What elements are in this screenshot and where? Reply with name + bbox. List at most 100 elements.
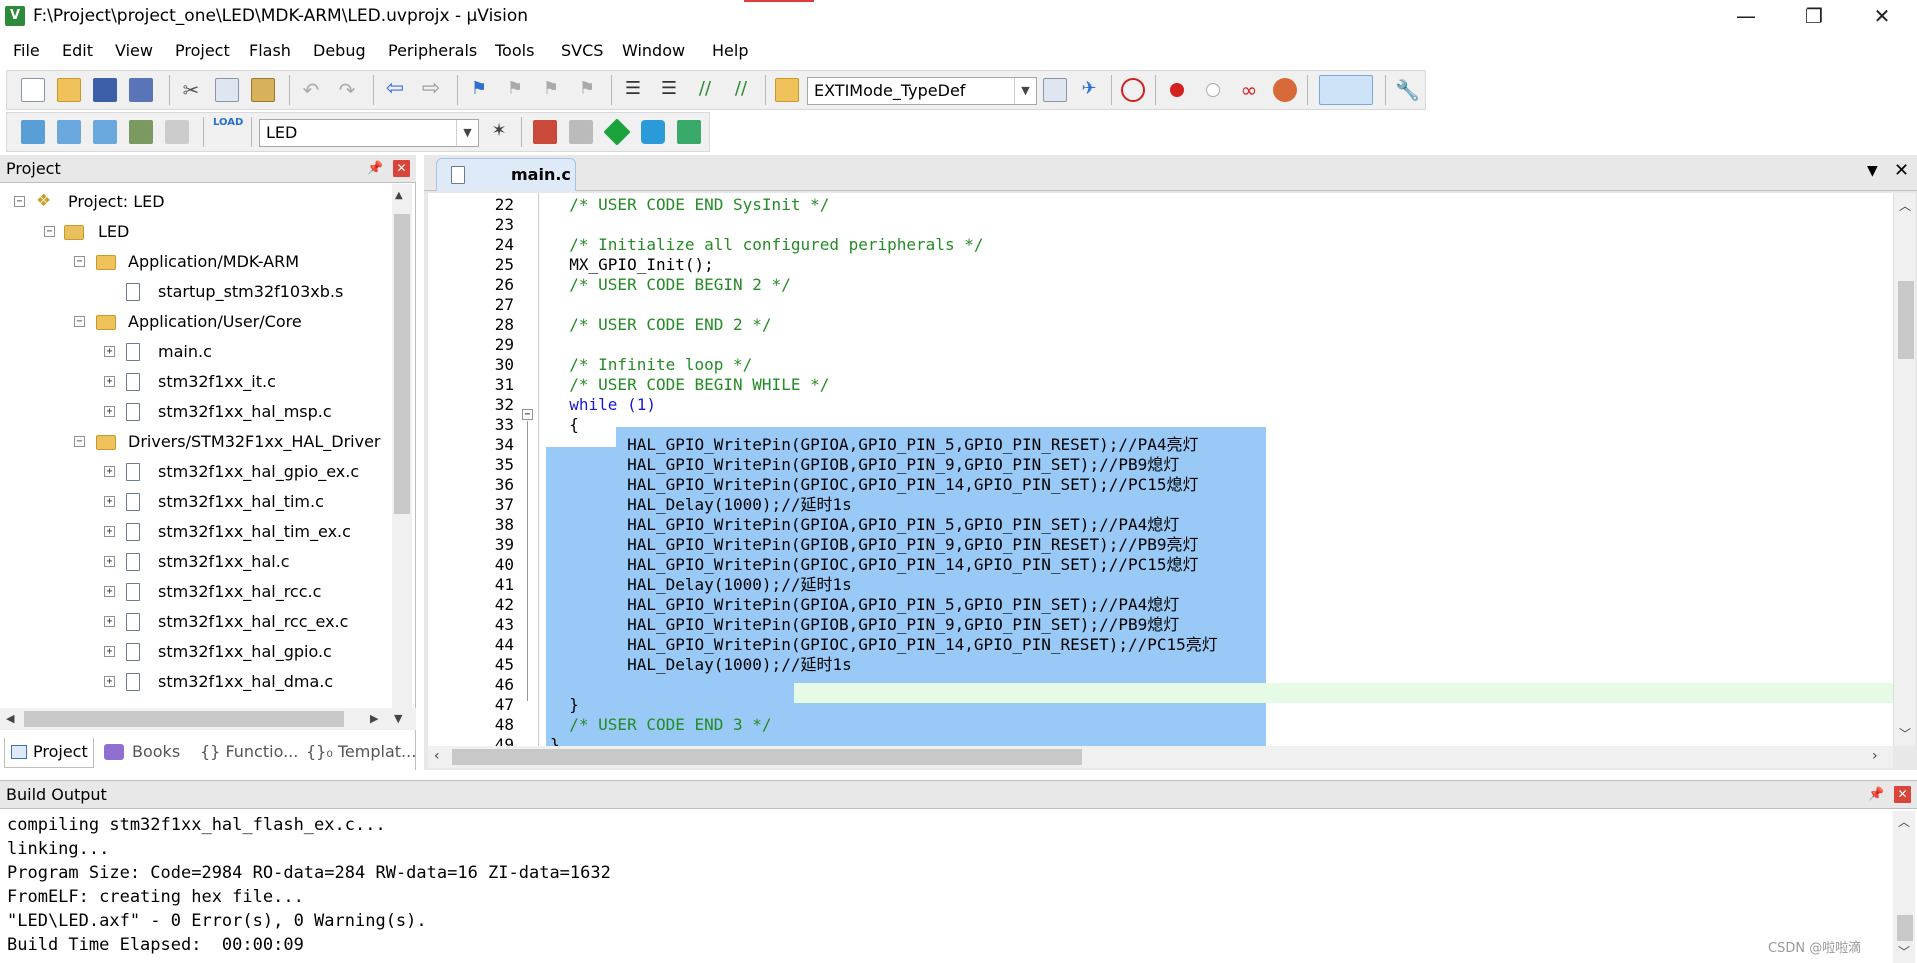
menu-edit[interactable]: Edit — [62, 41, 93, 60]
scrollbar-thumb[interactable] — [24, 711, 344, 727]
tree-node-file[interactable]: startup_stm32f103xb.s — [0, 280, 390, 304]
tree-node-file[interactable]: + stm32f1xx_hal_tim_ex.c — [0, 520, 390, 544]
scroll-left-icon[interactable]: ‹ — [434, 748, 440, 764]
editor-vertical-scrollbar[interactable]: ︿ ﹀ — [1893, 193, 1915, 746]
tree-node-file[interactable]: + stm32f1xx_hal_gpio.c — [0, 640, 390, 664]
tree-node-file[interactable]: + main.c — [0, 340, 390, 364]
target-combo[interactable]: LED ▼ — [259, 119, 479, 147]
paste-icon[interactable] — [251, 78, 275, 102]
disable-breakpoint-icon[interactable] — [1206, 83, 1220, 97]
tree-node-project[interactable]: − ❖ Project: LED — [0, 190, 390, 214]
tree-node-file[interactable]: + stm32f1xx_hal_tim.c — [0, 490, 390, 514]
expand-toggle[interactable]: + — [104, 586, 115, 597]
tree-node-file[interactable]: + stm32f1xx_hal_rcc_ex.c — [0, 610, 390, 634]
scrollbar-thumb[interactable] — [394, 214, 410, 514]
event-recorder-icon[interactable] — [677, 120, 701, 144]
chevron-down-icon[interactable]: ▼ — [456, 120, 478, 146]
menu-flash[interactable]: Flash — [249, 41, 291, 60]
undo-icon[interactable]: ↶ — [299, 78, 323, 102]
disable-all-breakpoints-icon[interactable] — [1273, 78, 1297, 102]
tree-vertical-scrollbar[interactable]: ▲ — [392, 184, 412, 718]
tree-node-file[interactable]: + stm32f1xx_hal_dma.c — [0, 670, 390, 694]
scrollbar-thumb[interactable] — [452, 749, 1082, 765]
debug-session-icon[interactable] — [1121, 78, 1145, 102]
collapse-toggle[interactable]: − — [14, 196, 25, 207]
breakpoint-icon[interactable] — [1170, 83, 1184, 97]
open-file-icon[interactable] — [57, 78, 81, 102]
code-editor[interactable]: − 22 /* USER CODE END SysInit */ 23 24 /… — [428, 193, 1898, 746]
clear-bookmarks-icon[interactable]: ⚑ — [575, 78, 599, 102]
manage-rte-icon[interactable] — [603, 118, 631, 146]
download-load-icon[interactable]: LOAD — [213, 117, 243, 141]
close-window-button[interactable]: ✕ — [1848, 0, 1916, 34]
build-icon[interactable] — [57, 120, 81, 144]
pin-icon[interactable]: 📌 — [1868, 787, 1884, 802]
tree-node-group[interactable]: − Application/MDK-ARM — [0, 250, 390, 274]
indent-icon[interactable]: ☰ — [621, 78, 645, 102]
menu-project[interactable]: Project — [175, 41, 230, 60]
tab-main-c[interactable]: main.c — [436, 158, 576, 191]
copy-icon[interactable] — [215, 78, 239, 102]
expand-toggle[interactable]: + — [104, 526, 115, 537]
pack-installer-icon[interactable] — [641, 120, 665, 144]
next-bookmark-icon[interactable]: ⚑ — [539, 78, 563, 102]
tab-list-dropdown-icon[interactable]: ▼ — [1867, 163, 1878, 179]
expand-toggle[interactable]: + — [104, 646, 115, 657]
save-all-icon[interactable] — [129, 78, 153, 102]
menu-file[interactable]: File — [13, 41, 40, 60]
rebuild-icon[interactable] — [93, 120, 117, 144]
close-editor-icon[interactable]: ✕ — [1894, 160, 1909, 181]
chevron-down-icon[interactable]: ▼ — [1014, 78, 1036, 104]
scroll-down-icon[interactable]: ﹀ — [1899, 725, 1911, 742]
save-icon[interactable] — [93, 78, 117, 102]
menu-window[interactable]: Window — [622, 41, 685, 60]
translate-icon[interactable] — [21, 120, 45, 144]
prev-bookmark-icon[interactable]: ⚑ — [503, 78, 527, 102]
tree-node-file[interactable]: + stm32f1xx_hal_gpio_ex.c — [0, 460, 390, 484]
tree-node-group[interactable]: − Drivers/STM32F1xx_HAL_Driver — [0, 430, 390, 454]
menu-debug[interactable]: Debug — [313, 41, 366, 60]
tree-node-file[interactable]: + stm32f1xx_hal_msp.c — [0, 400, 390, 424]
expand-toggle[interactable]: + — [104, 466, 115, 477]
expand-toggle[interactable]: + — [104, 616, 115, 627]
scroll-right-icon[interactable]: ▶ — [370, 712, 378, 725]
tree-node-file[interactable]: + stm32f1xx_hal_rcc.c — [0, 580, 390, 604]
expand-toggle[interactable]: + — [104, 346, 115, 357]
tree-node-file[interactable]: + stm32f1xx_it.c — [0, 370, 390, 394]
expand-toggle[interactable]: + — [104, 496, 115, 507]
editor-horizontal-scrollbar[interactable]: ‹ › — [428, 746, 1893, 768]
new-file-icon[interactable] — [21, 78, 45, 102]
configure-icon[interactable]: 🔧 — [1395, 78, 1420, 102]
uncomment-icon[interactable]: // — [729, 78, 753, 102]
menu-view[interactable]: View — [115, 41, 153, 60]
menu-help[interactable]: Help — [712, 41, 748, 60]
close-pane-button[interactable]: ✕ — [393, 160, 410, 177]
build-output-text[interactable]: compiling stm32f1xx_hal_flash_ex.c... li… — [0, 811, 1893, 963]
menu-peripherals[interactable]: Peripherals — [388, 41, 477, 60]
unindent-icon[interactable]: ☰ — [657, 78, 681, 102]
scroll-up-icon[interactable]: ︿ — [1899, 197, 1911, 214]
expand-toggle[interactable]: + — [104, 406, 115, 417]
expand-toggle[interactable]: + — [104, 376, 115, 387]
collapse-toggle[interactable]: − — [44, 226, 55, 237]
tree-node-file[interactable]: + stm32f1xx_hal.c — [0, 550, 390, 574]
tab-project[interactable]: Project — [4, 738, 94, 768]
target-options-icon[interactable]: ✶ — [487, 120, 511, 144]
stop-build-icon[interactable] — [165, 120, 189, 144]
menu-svcs[interactable]: SVCS — [561, 41, 603, 60]
select-packs-icon[interactable] — [569, 120, 593, 144]
scroll-right-icon[interactable]: › — [1872, 748, 1878, 764]
output-vertical-scrollbar[interactable]: ︿ ﹀ — [1893, 811, 1915, 963]
collapse-toggle[interactable]: − — [74, 436, 85, 447]
navigate-back-icon[interactable]: ⇦ — [383, 78, 407, 102]
scrollbar-thumb[interactable] — [1897, 915, 1913, 941]
close-pane-button[interactable]: ✕ — [1894, 786, 1911, 803]
find-combo[interactable]: EXTIMode_TypeDef ▼ — [807, 77, 1037, 105]
expand-toggle[interactable]: + — [104, 676, 115, 687]
scroll-down-icon[interactable]: ﹀ — [1898, 943, 1910, 960]
minimize-button[interactable]: — — [1712, 0, 1780, 34]
pin-icon[interactable]: 📌 — [367, 161, 383, 176]
manage-project-items-icon[interactable] — [533, 120, 557, 144]
menu-tools[interactable]: Tools — [495, 41, 534, 60]
window-layout-icon[interactable] — [1319, 75, 1373, 105]
